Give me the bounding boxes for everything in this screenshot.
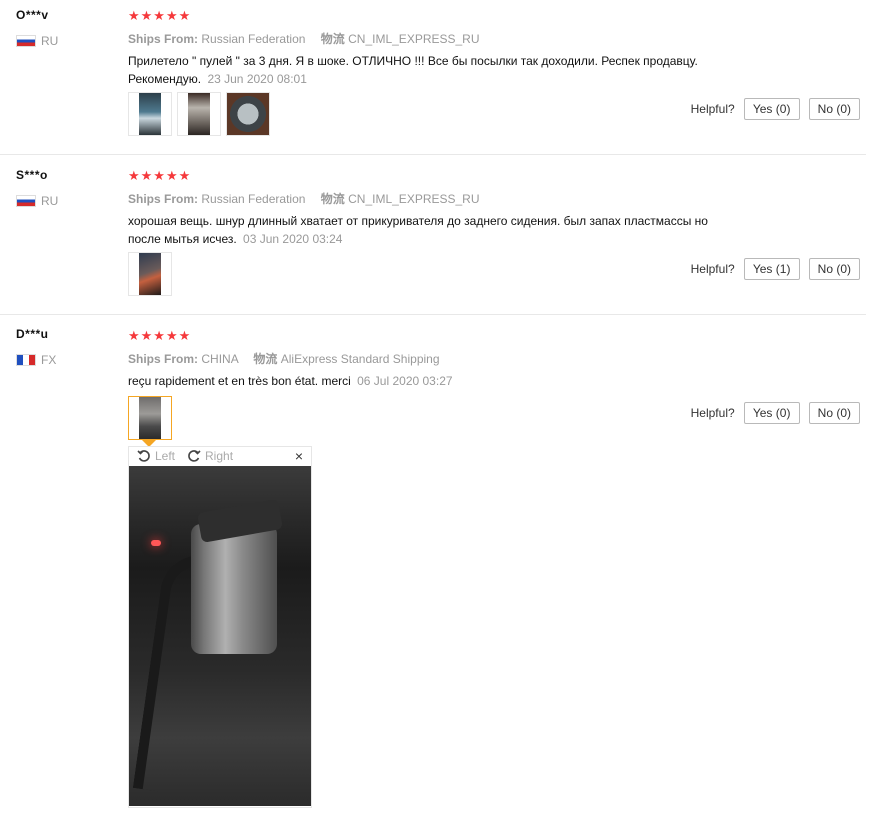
carrier-value: CN_IML_EXPRESS_RU (348, 192, 480, 206)
review-item: O***v RU ★★★★★ Ships From: Russian Feder… (0, 0, 866, 155)
photo-image (227, 93, 269, 135)
rotate-right-icon (188, 450, 201, 462)
reviewer-name: D***u (16, 327, 49, 341)
carrier-value: CN_IML_EXPRESS_RU (348, 32, 480, 46)
reviewer-info: O***v RU (16, 8, 58, 48)
review-item: D***u FX ★★★★★ Ships From: CHINA 物流 AliE… (0, 315, 866, 815)
review-item: S***o RU ★★★★★ Ships From: Russian Feder… (0, 155, 866, 315)
ships-from-label: Ships From: (128, 32, 199, 46)
helpful-yes-button[interactable]: Yes (0) (743, 402, 800, 424)
reviewer-info: D***u FX (16, 327, 56, 367)
photo-image (188, 93, 210, 135)
review-photos (128, 252, 172, 296)
review-text: хорошая вещь. шнур длинный хватает от пр… (128, 214, 708, 246)
helpful-section: Helpful? Yes (0) No (0) (691, 402, 860, 424)
photo-image (139, 397, 161, 439)
country-code: RU (41, 34, 59, 48)
reviews-page: O***v RU ★★★★★ Ships From: Russian Feder… (0, 0, 888, 815)
carrier-value: AliExpress Standard Shipping (280, 352, 440, 366)
helpful-no-button[interactable]: No (0) (808, 98, 860, 120)
country-code: RU (41, 194, 59, 208)
helpful-yes-button[interactable]: Yes (0) (743, 98, 800, 120)
ships-from-label: Ships From: (128, 192, 199, 206)
review-photos (128, 396, 172, 447)
review-content: ★★★★★ Ships From: CHINA 物流 AliExpress St… (128, 328, 828, 390)
star-rating: ★★★★★ (128, 328, 192, 343)
review-content: ★★★★★ Ships From: Russian Federation 物流 … (128, 168, 828, 248)
close-icon[interactable]: × (295, 448, 303, 464)
reviewer-info: S***o RU (16, 168, 58, 208)
helpful-label: Helpful? (690, 406, 735, 420)
review-date: 23 Jun 2020 08:01 (207, 72, 307, 86)
review-text-block: Прилетело " пулей " за 3 дня. Я в шоке. … (128, 52, 728, 88)
reviewer-name: S***o (16, 168, 48, 182)
shipping-info: Ships From: Russian Federation 物流 CN_IML… (128, 190, 828, 208)
reviewer-name: O***v (16, 8, 49, 22)
rotate-right-label: Right (205, 449, 234, 463)
carrier-label: 物流 (320, 32, 345, 46)
review-date: 06 Jul 2020 03:27 (357, 374, 453, 388)
ships-from-value: Russian Federation (201, 32, 306, 46)
rotate-right-button[interactable]: Right (187, 449, 233, 463)
review-photo-thumb[interactable] (128, 252, 172, 296)
photo-viewer-toolbar: Left Right × (129, 447, 311, 465)
russia-flag-icon (16, 195, 36, 207)
photo-image (139, 253, 161, 295)
review-photo-thumb[interactable] (177, 92, 221, 136)
rotate-left-label: Left (155, 449, 176, 463)
helpful-no-button[interactable]: No (0) (808, 402, 860, 424)
ships-from-label: Ships From: (128, 352, 199, 366)
review-photo-thumb[interactable] (226, 92, 270, 136)
helpful-section: Helpful? Yes (1) No (0) (691, 258, 860, 280)
review-text-block: reçu rapidement et en très bon état. mer… (128, 372, 728, 390)
star-rating: ★★★★★ (128, 8, 192, 23)
helpful-no-button[interactable]: No (0) (808, 258, 860, 280)
rotate-left-button[interactable]: Left (137, 449, 175, 463)
review-text-block: хорошая вещь. шнур длинный хватает от пр… (128, 212, 728, 248)
shipping-info: Ships From: CHINA 物流 AliExpress Standard… (128, 350, 828, 368)
star-rating: ★★★★★ (128, 168, 192, 183)
review-photo-thumb-selected[interactable] (128, 396, 172, 447)
expanded-photo (129, 466, 311, 806)
carrier-label: 物流 (253, 352, 278, 366)
review-date: 03 Jun 2020 03:24 (243, 232, 343, 246)
helpful-label: Helpful? (690, 102, 735, 116)
russia-flag-icon (16, 35, 36, 47)
france-flag-icon (16, 354, 36, 366)
review-text: reçu rapidement et en très bon état. mer… (128, 374, 351, 388)
ships-from-value: Russian Federation (201, 192, 306, 206)
photo-light-shape (151, 540, 161, 546)
photo-image (139, 93, 161, 135)
helpful-yes-button[interactable]: Yes (1) (743, 258, 800, 280)
reviewer-country: RU (16, 34, 58, 48)
reviewer-country: RU (16, 194, 58, 208)
ships-from-value: CHINA (201, 352, 239, 366)
review-content: ★★★★★ Ships From: Russian Federation 物流 … (128, 8, 828, 88)
country-code: FX (41, 353, 57, 367)
helpful-section: Helpful? Yes (0) No (0) (691, 98, 860, 120)
reviewer-country: FX (16, 353, 56, 367)
photo-viewer: Left Right × (128, 446, 312, 808)
shipping-info: Ships From: Russian Federation 物流 CN_IML… (128, 30, 828, 48)
helpful-label: Helpful? (690, 262, 735, 276)
carrier-label: 物流 (320, 192, 345, 206)
photo-mug-shape (191, 524, 277, 654)
review-photos (128, 92, 270, 136)
rotate-left-icon (137, 450, 150, 462)
review-photo-thumb[interactable] (128, 92, 172, 136)
